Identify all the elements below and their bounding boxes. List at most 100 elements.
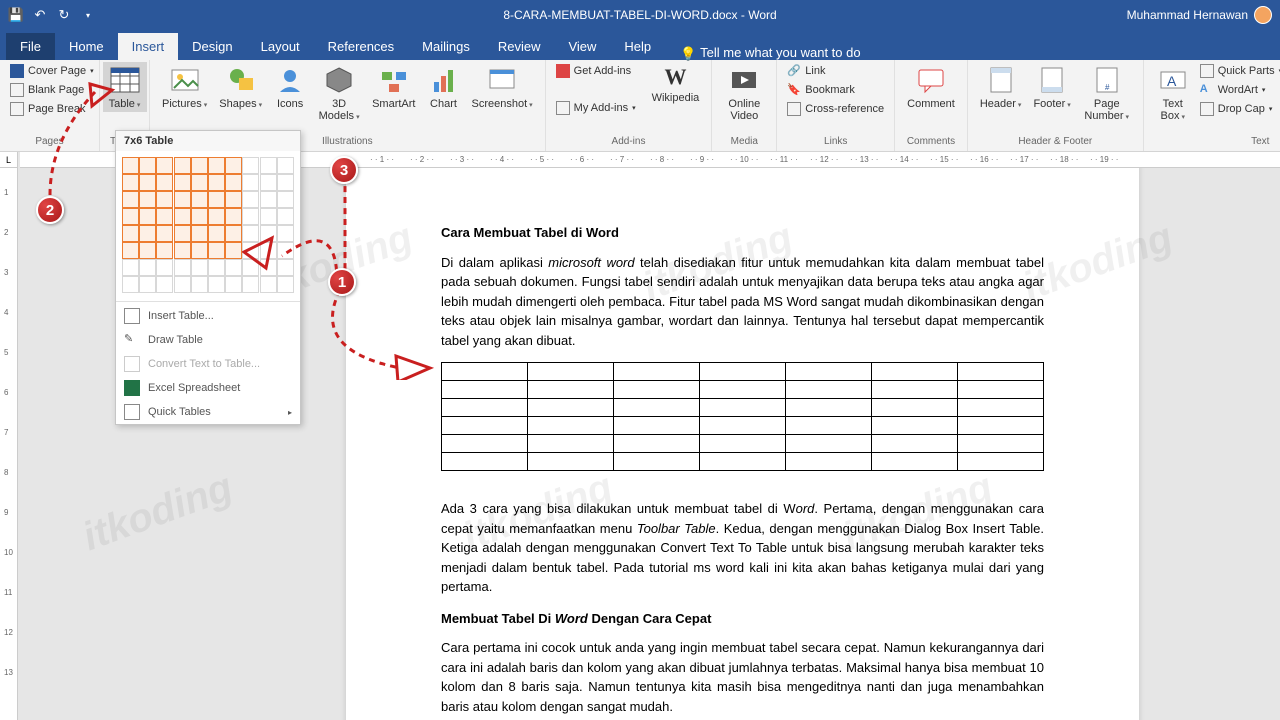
grid-cell[interactable] (208, 225, 225, 242)
link-button[interactable]: 🔗Link (783, 62, 829, 80)
user-avatar[interactable] (1254, 6, 1272, 24)
grid-cell[interactable] (174, 242, 191, 259)
tab-mailings[interactable]: Mailings (408, 33, 484, 60)
grid-cell[interactable] (122, 157, 139, 174)
grid-cell[interactable] (242, 208, 259, 225)
grid-cell[interactable] (277, 242, 294, 259)
grid-cell[interactable] (139, 242, 156, 259)
wikipedia-button[interactable]: WWikipedia (646, 62, 706, 106)
tab-design[interactable]: Design (178, 33, 246, 60)
grid-cell[interactable] (191, 242, 208, 259)
grid-cell[interactable] (208, 174, 225, 191)
grid-cell[interactable] (191, 225, 208, 242)
grid-cell[interactable] (122, 208, 139, 225)
grid-cell[interactable] (139, 276, 156, 293)
grid-cell[interactable] (225, 191, 242, 208)
grid-cell[interactable] (242, 242, 259, 259)
tab-view[interactable]: View (554, 33, 610, 60)
grid-cell[interactable] (174, 225, 191, 242)
grid-cell[interactable] (122, 242, 139, 259)
tell-me-search[interactable]: 💡 Tell me what you want to do (680, 45, 860, 60)
vertical-ruler[interactable]: 12345678910111213 (0, 168, 18, 720)
grid-cell[interactable] (122, 225, 139, 242)
grid-cell[interactable] (139, 208, 156, 225)
grid-cell[interactable] (191, 208, 208, 225)
my-addins-button[interactable]: My Add-ins▾ (552, 99, 640, 117)
bookmark-button[interactable]: 🔖Bookmark (783, 81, 859, 99)
grid-cell[interactable] (225, 157, 242, 174)
grid-cell[interactable] (156, 157, 173, 174)
qat-customize-icon[interactable]: ▾ (80, 7, 96, 23)
ruler-corner[interactable]: L (0, 152, 18, 168)
grid-cell[interactable] (139, 174, 156, 191)
chart-button[interactable]: Chart (422, 62, 466, 112)
grid-cell[interactable] (208, 259, 225, 276)
grid-cell[interactable] (225, 259, 242, 276)
pictures-button[interactable]: Pictures (156, 62, 213, 112)
table-button[interactable]: Table (103, 62, 147, 112)
grid-cell[interactable] (242, 157, 259, 174)
grid-cell[interactable] (156, 191, 173, 208)
3dmodels-button[interactable]: 3D Models (312, 62, 366, 124)
get-addins-button[interactable]: Get Add-ins (552, 62, 640, 80)
header-button[interactable]: Header (974, 62, 1028, 112)
grid-cell[interactable] (225, 208, 242, 225)
grid-cell[interactable] (139, 191, 156, 208)
grid-cell[interactable] (208, 276, 225, 293)
grid-cell[interactable] (208, 157, 225, 174)
grid-cell[interactable] (122, 276, 139, 293)
grid-cell[interactable] (191, 174, 208, 191)
grid-cell[interactable] (242, 259, 259, 276)
grid-cell[interactable] (156, 242, 173, 259)
grid-cell[interactable] (208, 208, 225, 225)
table-grid-picker[interactable] (116, 151, 300, 299)
comment-button[interactable]: Comment (901, 62, 961, 112)
grid-cell[interactable] (191, 276, 208, 293)
grid-cell[interactable] (139, 157, 156, 174)
grid-cell[interactable] (277, 157, 294, 174)
grid-cell[interactable] (174, 174, 191, 191)
grid-cell[interactable] (277, 259, 294, 276)
tab-review[interactable]: Review (484, 33, 555, 60)
grid-cell[interactable] (156, 225, 173, 242)
tab-help[interactable]: Help (610, 33, 665, 60)
grid-cell[interactable] (156, 259, 173, 276)
grid-cell[interactable] (156, 174, 173, 191)
excel-spreadsheet-item[interactable]: Excel Spreadsheet (116, 376, 300, 400)
grid-cell[interactable] (174, 208, 191, 225)
grid-cell[interactable] (225, 276, 242, 293)
grid-cell[interactable] (208, 242, 225, 259)
grid-cell[interactable] (191, 259, 208, 276)
grid-cell[interactable] (242, 174, 259, 191)
redo-icon[interactable]: ↻ (56, 7, 72, 23)
grid-cell[interactable] (260, 208, 277, 225)
grid-cell[interactable] (277, 225, 294, 242)
tab-references[interactable]: References (314, 33, 408, 60)
grid-cell[interactable] (242, 276, 259, 293)
grid-cell[interactable] (174, 276, 191, 293)
tab-layout[interactable]: Layout (247, 33, 314, 60)
screenshot-button[interactable]: Screenshot (466, 62, 539, 112)
grid-cell[interactable] (122, 259, 139, 276)
grid-cell[interactable] (277, 208, 294, 225)
pagenum-button[interactable]: #Page Number (1077, 62, 1137, 124)
wordart-button[interactable]: AWordArt▾ (1196, 81, 1270, 99)
grid-cell[interactable] (225, 225, 242, 242)
grid-cell[interactable] (174, 191, 191, 208)
quickparts-button[interactable]: Quick Parts▾ (1196, 62, 1280, 80)
grid-cell[interactable] (156, 276, 173, 293)
footer-button[interactable]: Footer (1027, 62, 1076, 112)
grid-cell[interactable] (122, 191, 139, 208)
grid-cell[interactable] (242, 191, 259, 208)
insert-table-item[interactable]: Insert Table... (116, 304, 300, 328)
icons-button[interactable]: Icons (268, 62, 312, 112)
quick-tables-item[interactable]: Quick Tables▸ (116, 400, 300, 424)
page-break-button[interactable]: Page Break (6, 100, 89, 118)
grid-cell[interactable] (208, 191, 225, 208)
doc-table[interactable] (441, 362, 1044, 471)
grid-cell[interactable] (277, 191, 294, 208)
tab-file[interactable]: File (6, 33, 55, 60)
grid-cell[interactable] (174, 157, 191, 174)
tab-home[interactable]: Home (55, 33, 118, 60)
grid-cell[interactable] (260, 259, 277, 276)
